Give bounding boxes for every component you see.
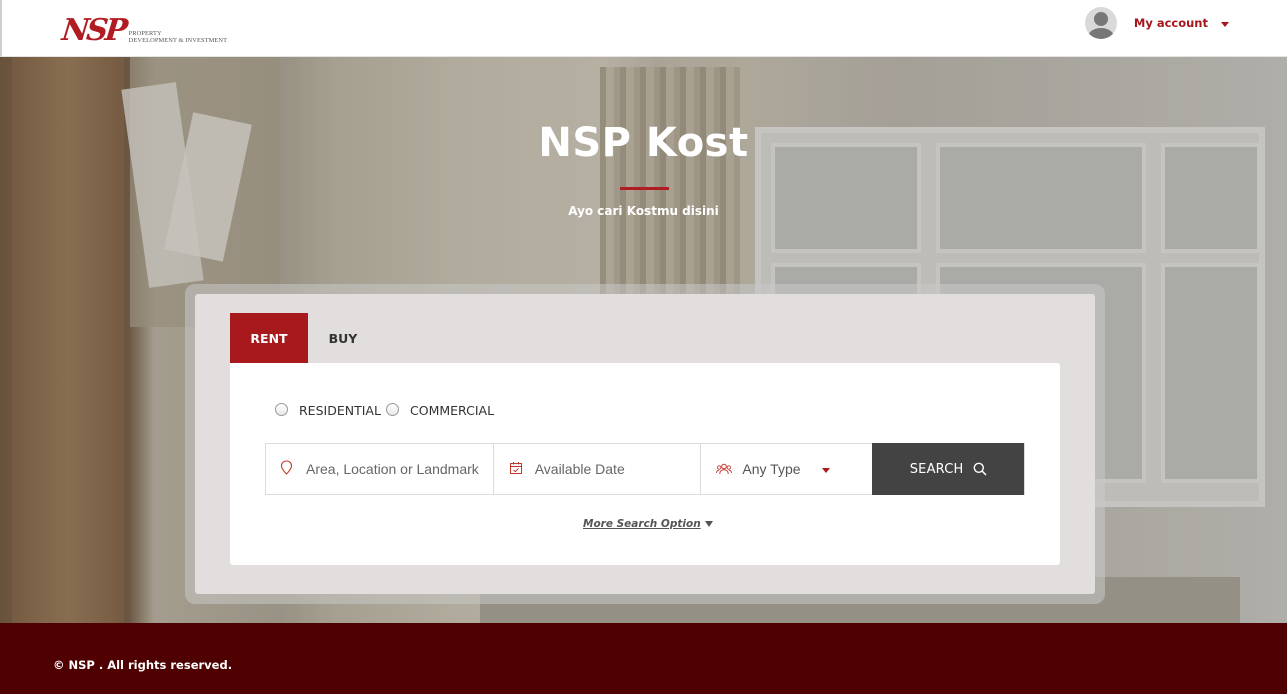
site-footer: © NSP . All rights reserved.	[0, 623, 1287, 694]
logo-mark: NSP	[60, 13, 127, 48]
more-search-option-label[interactable]: More Search Option	[583, 518, 701, 530]
nsp-logo[interactable]: NSP Property Development & Investment	[60, 10, 228, 48]
hero-title: NSP Kost	[538, 120, 749, 166]
type-select-value[interactable]: Any Type	[742, 461, 800, 477]
logo-tagline: Property Development & Investment	[129, 30, 228, 44]
radio-button[interactable]	[386, 402, 399, 416]
avatar[interactable]	[1084, 7, 1117, 39]
my-account-menu[interactable]: My account	[1084, 7, 1229, 39]
chevron-down-icon[interactable]	[1221, 22, 1229, 27]
location-field[interactable]	[266, 444, 494, 494]
search-icon	[973, 462, 987, 476]
calendar-icon	[509, 460, 523, 479]
search-button[interactable]: SEARCH	[872, 443, 1024, 495]
title-underline	[620, 187, 669, 190]
type-select[interactable]: Any Type	[701, 444, 872, 494]
search-button-label: SEARCH	[909, 461, 964, 477]
radio-commercial-label: COMMERCIAL	[410, 403, 495, 418]
chevron-down-icon[interactable]	[822, 468, 831, 473]
radio-commercial[interactable]: COMMERCIAL	[386, 402, 495, 418]
search-bar: Any Type SEARCH	[265, 443, 1025, 495]
my-account-label[interactable]: My account	[1134, 16, 1208, 30]
site-header: NSP Property Development & Investment My…	[0, 0, 1287, 57]
users-icon	[716, 460, 733, 479]
copyright-text: © NSP . All rights reserved.	[53, 658, 233, 672]
more-search-option-link[interactable]: More Search Option	[583, 518, 713, 530]
radio-button[interactable]	[275, 402, 288, 416]
date-input[interactable]	[534, 444, 701, 494]
tab-rent[interactable]: RENT	[230, 313, 308, 363]
radio-residential[interactable]: RESIDENTIAL	[275, 402, 381, 418]
caret-down-icon[interactable]	[704, 521, 713, 527]
logo-tagline-line1: Property	[128, 30, 162, 37]
logo-tagline-line2: Development & Investment	[128, 37, 228, 44]
hero-subtitle: Ayo cari Kostmu disini	[568, 204, 719, 218]
radio-residential-label: RESIDENTIAL	[299, 403, 381, 418]
map-pin-icon	[280, 459, 293, 479]
tab-buy[interactable]: BUY	[310, 313, 376, 363]
location-input[interactable]	[306, 444, 493, 494]
date-field[interactable]	[494, 444, 702, 494]
